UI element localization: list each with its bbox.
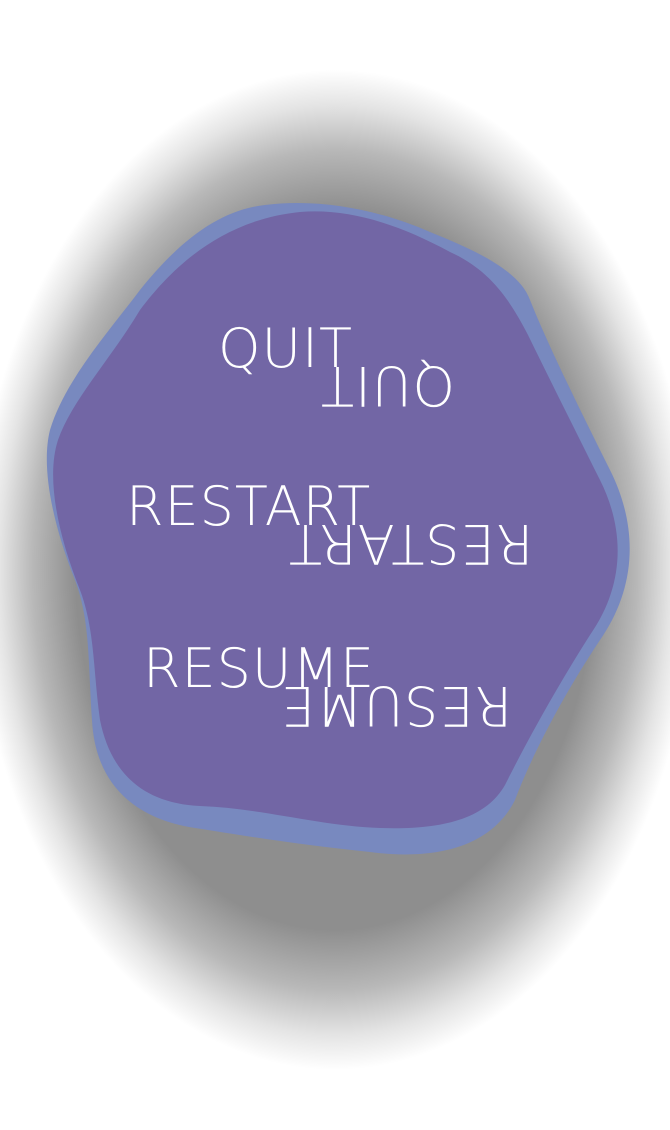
resume-label-mirrored: RESUME xyxy=(280,674,513,737)
resume-button[interactable]: RESUME RESUME xyxy=(0,622,670,742)
restart-label-mirrored: RESTART xyxy=(288,512,534,575)
pause-menu-screen: QUIT QUIT RESTART RESTART RESUME RESUME xyxy=(0,0,670,1130)
restart-button[interactable]: RESTART RESTART xyxy=(0,460,670,580)
quit-button[interactable]: QUIT QUIT xyxy=(0,300,670,420)
quit-label-mirrored: QUIT xyxy=(320,354,455,417)
